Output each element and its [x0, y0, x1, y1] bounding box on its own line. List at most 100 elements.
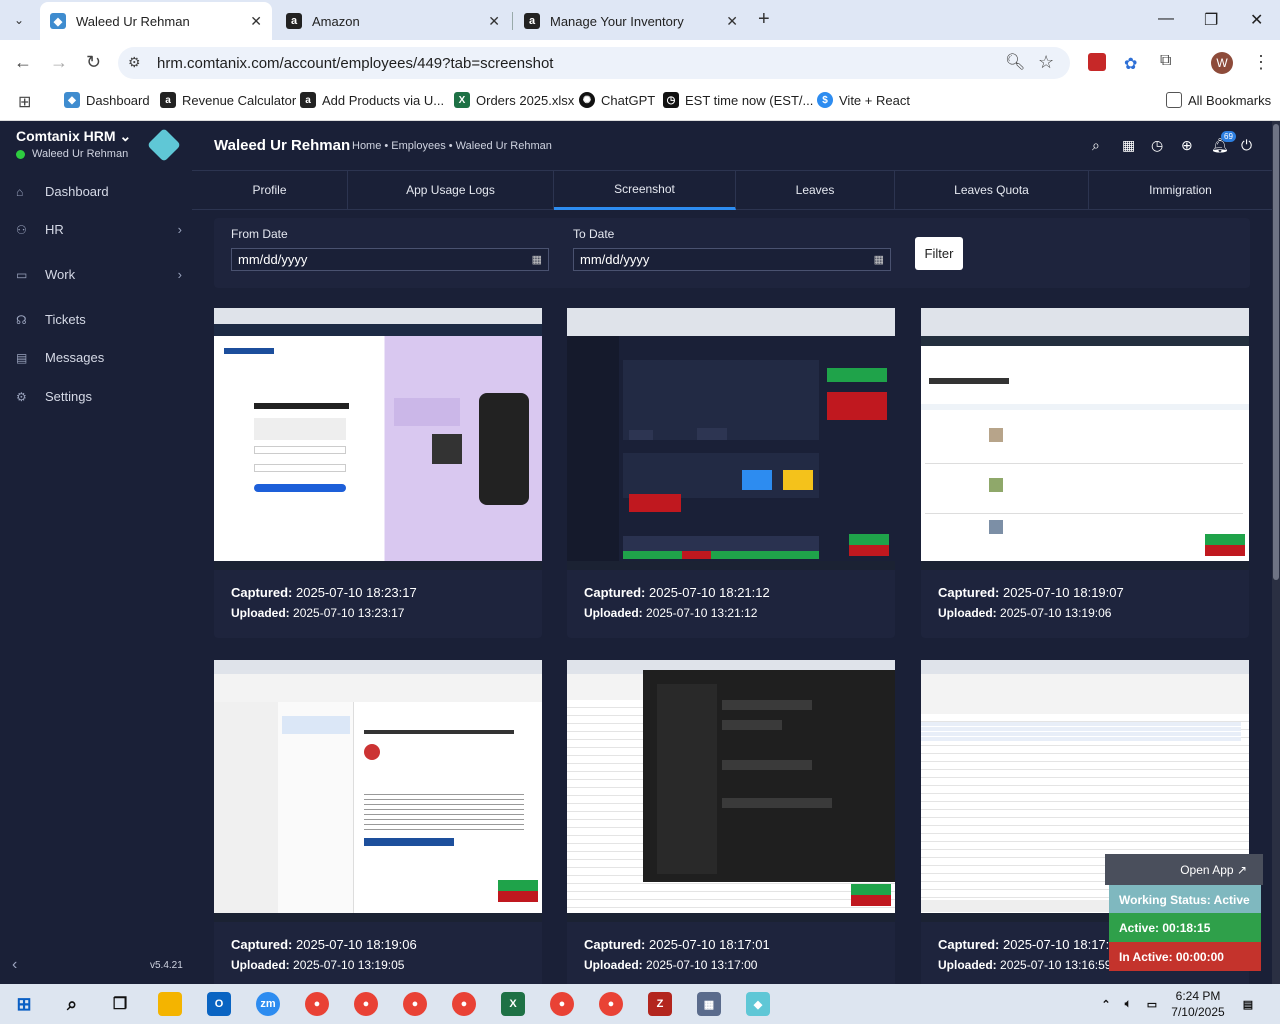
tab-immigration[interactable]: Immigration [1089, 170, 1272, 210]
chrome-icon[interactable]: ● [305, 992, 329, 1016]
open-app-button[interactable]: Open App ↗ [1105, 854, 1263, 885]
amazon-icon: a [160, 92, 176, 108]
windows-start-icon[interactable]: ⊞ [12, 992, 36, 1016]
profile-avatar[interactable]: W [1211, 52, 1233, 74]
new-tab-button[interactable]: + [758, 8, 770, 31]
restore-icon[interactable]: ❐ [1204, 10, 1218, 30]
close-icon[interactable]: ✕ [488, 13, 500, 30]
power-icon[interactable]: ⏻ [1241, 137, 1252, 154]
chrome-icon[interactable]: ● [599, 992, 623, 1016]
outlook-icon[interactable]: O [207, 992, 231, 1016]
puzzle-icon[interactable]: ⧉ [1160, 52, 1171, 70]
all-bookmarks[interactable]: All Bookmarks [1166, 92, 1271, 108]
bookmark-star-icon[interactable]: ☆ [1038, 52, 1054, 73]
tab-search-button[interactable]: ⌄ [6, 7, 32, 33]
sidebar-item-settings[interactable]: ⚙ Settings [16, 389, 182, 404]
browser-tab[interactable]: a Manage Your Inventory ✕ [514, 4, 748, 38]
bookmark-label: Orders 2025.xlsx [476, 92, 575, 108]
hrm-app-icon[interactable]: ◆ [746, 992, 770, 1016]
zoom-icon[interactable]: 🔍︎ [1005, 52, 1025, 72]
back-icon[interactable]: ← [14, 52, 32, 73]
close-window-icon[interactable]: ✕ [1250, 10, 1263, 30]
folder-icon [1166, 92, 1182, 108]
extension-icon[interactable]: ✿ [1124, 54, 1137, 74]
bookmark-label: EST time now (EST/... [685, 92, 814, 108]
calculator-icon[interactable]: ▦ [697, 992, 721, 1016]
apps-grid-icon[interactable]: ⊞ [18, 92, 31, 112]
tab-leaves-quota[interactable]: Leaves Quota [895, 170, 1089, 210]
grid-icon[interactable]: ▦ [1122, 137, 1135, 154]
captured-text: Captured: 2025-07-10 18:17:00 [938, 937, 1124, 952]
chevron-up-icon[interactable]: ⌃ [1094, 992, 1118, 1016]
screenshot-thumbnail[interactable] [567, 660, 895, 922]
breadcrumb[interactable]: Home • Employees • Waleed Ur Rehman [352, 140, 552, 152]
sidebar-item-tickets[interactable]: ☊ Tickets [16, 312, 182, 327]
chrome-icon[interactable]: ● [354, 992, 378, 1016]
notification-center-icon[interactable]: ▤ [1236, 992, 1260, 1016]
screenshot-thumbnail[interactable] [921, 308, 1249, 570]
filezilla-icon[interactable]: Z [648, 992, 672, 1016]
from-date-input[interactable]: mm/dd/yyyy ▦ [231, 248, 549, 271]
message-icon: ▤ [16, 350, 28, 365]
clock-date: 7/10/2025 [1171, 1005, 1225, 1019]
tab-leaves[interactable]: Leaves [736, 170, 895, 210]
zoom-icon[interactable]: zm [256, 992, 280, 1016]
thumb-taskbar [567, 561, 895, 570]
forward-icon[interactable]: → [50, 52, 68, 73]
bookmark-item[interactable]: $ Vite + React [817, 92, 910, 108]
sidebar-item-dashboard[interactable]: ⌂ Dashboard [16, 184, 182, 199]
chrome-icon[interactable]: ● [403, 992, 427, 1016]
calendar-icon[interactable]: ▦ [532, 253, 542, 266]
search-icon[interactable]: ⌕ [1092, 137, 1100, 154]
filter-button[interactable]: Filter [915, 237, 963, 270]
volume-icon[interactable]: 🔈︎ [1116, 992, 1140, 1016]
bookmark-item[interactable]: a Revenue Calculator [160, 92, 296, 108]
file-explorer-icon[interactable] [158, 992, 182, 1016]
gear-icon: ⚙ [16, 389, 27, 404]
screenshot-thumbnail[interactable] [567, 308, 895, 570]
close-icon[interactable]: ✕ [726, 13, 738, 30]
browser-tab[interactable]: a Amazon ✕ [276, 4, 510, 38]
plus-circle-icon[interactable]: ⊕ [1181, 137, 1193, 154]
site-info-icon[interactable]: ⚙ [128, 54, 141, 71]
search-icon[interactable]: ⌕ [60, 992, 84, 1016]
sidebar-item-hr[interactable]: ⚇ HR › [16, 222, 182, 237]
pdf-extension-icon[interactable] [1088, 53, 1106, 71]
sidebar-item-work[interactable]: ▭ Work › [16, 267, 182, 282]
url-text[interactable]: hrm.comtanix.com/account/employees/449?t… [157, 55, 553, 72]
screenshot-card: Captured: 2025-07-10 18:23:17 Uploaded: … [214, 308, 542, 638]
chrome-icon[interactable]: ● [550, 992, 574, 1016]
chevron-down-icon[interactable]: ⌄ [119, 128, 131, 144]
to-date-input[interactable]: mm/dd/yyyy ▦ [573, 248, 891, 271]
network-icon[interactable]: ▭ [1140, 992, 1164, 1016]
tab-screenshot[interactable]: Screenshot [554, 170, 736, 210]
all-bookmarks-label: All Bookmarks [1188, 92, 1272, 108]
close-icon[interactable]: ✕ [250, 13, 262, 30]
excel-icon[interactable]: X [501, 992, 525, 1016]
sidebar-item-messages[interactable]: ▤ Messages [16, 350, 182, 365]
bookmark-item[interactable]: a Add Products via U... [300, 92, 444, 108]
scrollbar-thumb[interactable] [1273, 124, 1279, 580]
browser-tab-active[interactable]: ◆ Waleed Ur Rehman ✕ [40, 2, 272, 40]
brand-name[interactable]: Comtanix HRM ⌄ [16, 128, 131, 145]
reload-icon[interactable]: ↻ [86, 52, 101, 73]
tab-profile[interactable]: Profile [192, 170, 348, 210]
from-date-label: From Date [231, 227, 288, 241]
uploaded-text: Uploaded: 2025-07-10 13:23:17 [231, 606, 405, 620]
screenshot-thumbnail[interactable] [214, 308, 542, 570]
bookmark-item[interactable]: ◆ Dashboard [64, 92, 150, 108]
chrome-icon[interactable]: ● [452, 992, 476, 1016]
calendar-icon[interactable]: ▦ [874, 253, 884, 266]
bookmark-item[interactable]: ✺ ChatGPT [579, 92, 655, 108]
minimize-icon[interactable]: — [1158, 10, 1174, 28]
clock-icon[interactable]: ◷ [1151, 137, 1163, 154]
system-clock[interactable]: 6:24 PM 7/10/2025 [1166, 988, 1230, 1020]
collapse-sidebar-icon[interactable]: ‹ [12, 956, 17, 974]
bookmark-item[interactable]: X Orders 2025.xlsx [454, 92, 574, 108]
sidebar-item-label: Messages [45, 350, 105, 365]
task-view-icon[interactable]: ❐ [108, 992, 132, 1016]
bookmark-item[interactable]: ◷ EST time now (EST/... [663, 92, 813, 108]
screenshot-thumbnail[interactable] [214, 660, 542, 922]
menu-dots-icon[interactable]: ⋮ [1252, 52, 1270, 73]
tab-app-usage-logs[interactable]: App Usage Logs [348, 170, 554, 210]
